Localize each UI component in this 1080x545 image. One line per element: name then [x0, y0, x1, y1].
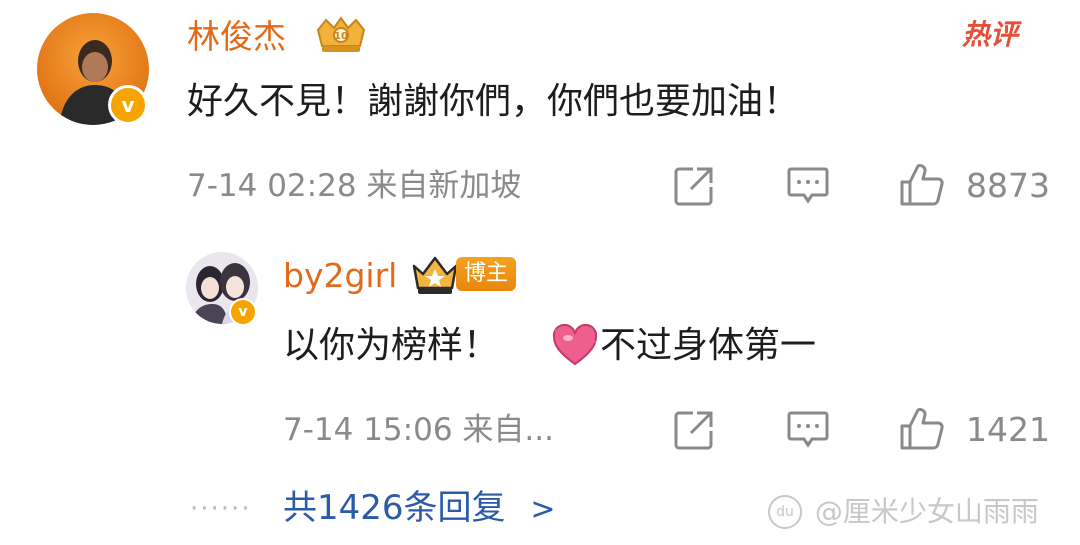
blogger-crown-icon: [412, 256, 458, 294]
verified-badge-icon: v: [229, 298, 257, 326]
comment-like-count: 8873: [966, 166, 1050, 205]
heart-emoji-icon: [552, 324, 598, 366]
replier-name[interactable]: by2girl: [283, 256, 397, 296]
comment-text: 好久不見！謝謝你們，你們也要加油！: [187, 81, 800, 122]
view-all-replies-label: 共1426条回复: [283, 488, 506, 528]
verified-badge-icon: v: [108, 85, 148, 125]
comment-icon[interactable]: [786, 409, 830, 451]
reply-like-count: 1421: [966, 410, 1050, 449]
comment-icon[interactable]: [786, 165, 830, 207]
reply-text-part-1: 以你为榜样！: [283, 325, 500, 366]
watermark-text: @厘米少女山雨雨: [814, 495, 1039, 528]
comment-time-source: 7-14 02:28 来自新加坡: [187, 168, 522, 204]
share-icon[interactable]: [673, 409, 715, 451]
like-icon[interactable]: [898, 406, 946, 452]
chevron-right-icon: >: [530, 492, 556, 527]
commenter-name[interactable]: 林俊杰: [187, 17, 286, 57]
view-all-replies-link[interactable]: 共1426条回复 >: [283, 486, 555, 532]
blogger-badge: 博主: [456, 257, 517, 291]
svg-text:10: 10: [334, 31, 348, 42]
weibo-comment-thread: v 林俊杰 10 热评 好久不見！謝謝你們，你們也要加油！ 7-14 02:28…: [0, 0, 1080, 545]
hot-comment-tag: 热评: [962, 18, 1019, 51]
watermark: du @厘米少女山雨雨: [768, 494, 1039, 529]
baidu-paw-icon: du: [768, 495, 802, 529]
vip-crown-icon: 10: [316, 16, 366, 52]
share-icon[interactable]: [673, 165, 715, 207]
reply-time-source: 7-14 15:06 来自...: [283, 412, 554, 448]
divider-dots: ······: [190, 494, 252, 524]
like-icon[interactable]: [898, 162, 946, 208]
reply-text-part-2: 不过身体第一: [600, 325, 817, 366]
